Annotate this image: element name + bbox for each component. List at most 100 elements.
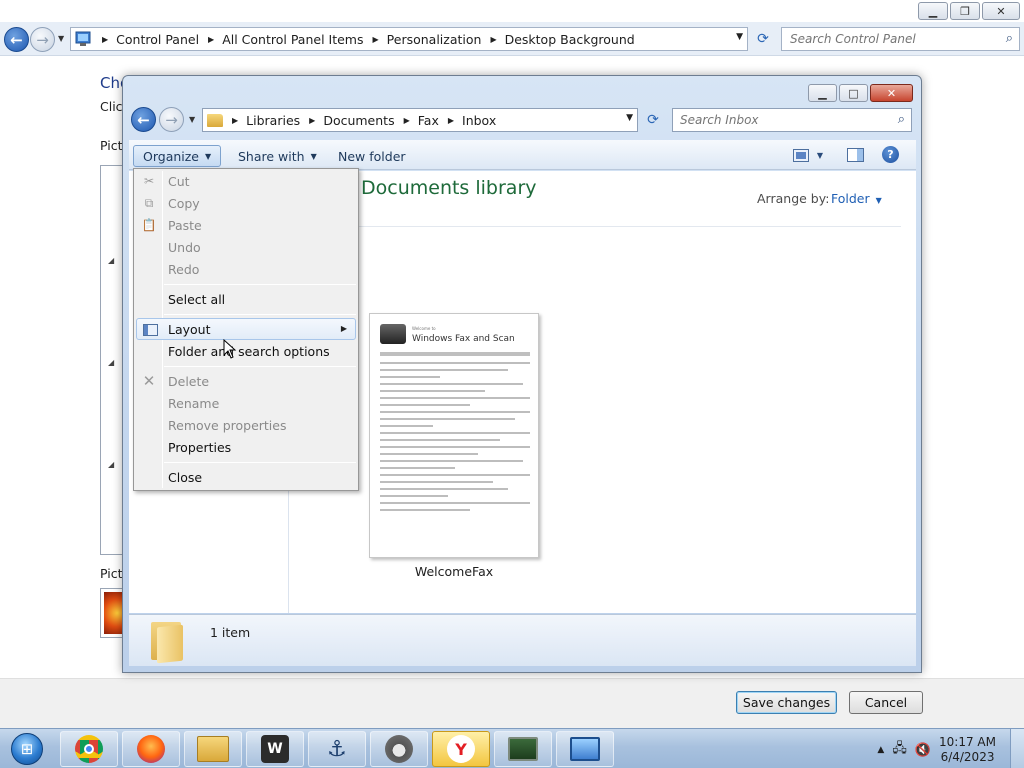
breadcrumb-separator[interactable]: ▶ bbox=[102, 35, 108, 44]
paste-icon: 📋 bbox=[141, 218, 157, 232]
minimize-button[interactable]: ▁ bbox=[808, 84, 837, 102]
arrange-by-dropdown[interactable]: Folder ▼ bbox=[831, 191, 882, 206]
breadcrumb-desktop-background[interactable]: Desktop Background bbox=[505, 32, 635, 47]
restore-button[interactable]: ❐ bbox=[950, 2, 980, 20]
share-with-label: Share with bbox=[238, 148, 305, 164]
menu-item-undo[interactable]: Undo bbox=[136, 236, 356, 258]
maximize-button[interactable]: □ bbox=[839, 84, 868, 102]
clock-date: 6/4/2023 bbox=[940, 750, 995, 764]
arrange-by-value: Folder bbox=[831, 191, 870, 206]
search-input[interactable] bbox=[782, 28, 992, 50]
menu-item-copy[interactable]: ⧉ Copy bbox=[136, 192, 356, 214]
breadcrumb-separator[interactable]: ▶ bbox=[373, 35, 379, 44]
search-control-panel[interactable]: ⌕ bbox=[781, 27, 1020, 51]
address-history-dropdown[interactable]: ▼ bbox=[626, 113, 633, 123]
menu-item-label: Remove properties bbox=[168, 417, 287, 433]
menu-separator bbox=[164, 462, 356, 463]
share-with-button[interactable]: Share with ▼ bbox=[229, 145, 326, 167]
back-button[interactable]: ← bbox=[4, 27, 29, 52]
start-button[interactable]: ⊞ bbox=[2, 730, 52, 768]
window-caption-buttons: ▁ □ ✕ bbox=[808, 84, 913, 102]
organize-menu: ✂ Cut ⧉ Copy 📋 Paste Undo Redo Select al… bbox=[133, 168, 359, 491]
network-icon[interactable]: 🖧 bbox=[892, 739, 907, 761]
breadcrumb-all-items[interactable]: All Control Panel Items bbox=[222, 32, 363, 47]
forward-button[interactable]: → bbox=[30, 27, 55, 52]
breadcrumb-separator[interactable]: ▶ bbox=[404, 116, 410, 125]
collapse-arrow-icon[interactable]: ◢ bbox=[108, 460, 114, 469]
organize-button[interactable]: Organize ▼ bbox=[133, 145, 222, 167]
menu-item-redo[interactable]: Redo bbox=[136, 258, 356, 280]
back-button[interactable]: ← bbox=[131, 107, 156, 132]
minimize-button[interactable]: ▁ bbox=[918, 2, 948, 20]
mouse-cursor-icon bbox=[223, 339, 237, 359]
volume-muted-icon[interactable]: 🔇 bbox=[915, 743, 931, 758]
breadcrumb-libraries[interactable]: Libraries bbox=[246, 113, 300, 128]
collapse-arrow-icon[interactable]: ◢ bbox=[108, 256, 114, 265]
breadcrumb-documents[interactable]: Documents bbox=[323, 113, 394, 128]
menu-item-remove-properties[interactable]: Remove properties bbox=[136, 414, 356, 436]
address-history-dropdown[interactable]: ▼ bbox=[736, 32, 743, 42]
taskbar-raccoon-app[interactable] bbox=[370, 731, 428, 767]
clock[interactable]: 10:17 AM 6/4/2023 bbox=[939, 735, 996, 765]
layout-icon bbox=[142, 322, 158, 338]
file-thumbnail[interactable]: Welcome to Windows Fax and Scan bbox=[369, 313, 539, 558]
menu-item-cut[interactable]: ✂ Cut bbox=[136, 170, 356, 192]
search-icon[interactable]: ⌕ bbox=[1006, 31, 1013, 46]
recent-pages-dropdown[interactable]: ▼ bbox=[189, 115, 195, 124]
menu-item-paste[interactable]: 📋 Paste bbox=[136, 214, 356, 236]
show-desktop-button[interactable] bbox=[1010, 729, 1024, 768]
search-input[interactable] bbox=[673, 109, 883, 131]
forward-button[interactable]: → bbox=[159, 107, 184, 132]
file-name-label[interactable]: WelcomeFax bbox=[369, 564, 539, 579]
menu-item-rename[interactable]: Rename bbox=[136, 392, 356, 414]
view-options-dropdown[interactable]: ▼ bbox=[814, 146, 826, 164]
breadcrumb-personalization[interactable]: Personalization bbox=[387, 32, 482, 47]
search-icon[interactable]: ⌕ bbox=[898, 112, 905, 127]
menu-item-close[interactable]: Close bbox=[136, 466, 356, 488]
menu-item-properties[interactable]: Properties bbox=[136, 436, 356, 458]
taskbar-yandex-browser[interactable]: Y bbox=[432, 731, 490, 767]
window-caption-buttons: ▁ ❐ ✕ bbox=[918, 2, 1020, 20]
menu-item-label: Select all bbox=[168, 291, 226, 307]
search-inbox[interactable]: ⌕ bbox=[672, 108, 912, 132]
taskbar-world-of-tanks[interactable]: W bbox=[246, 731, 304, 767]
taskbar-firefox[interactable] bbox=[122, 731, 180, 767]
recent-pages-dropdown[interactable]: ▼ bbox=[58, 34, 64, 43]
breadcrumb-inbox[interactable]: Inbox bbox=[462, 113, 496, 128]
menu-item-label: Folder and search options bbox=[168, 343, 330, 359]
menu-item-folder-search-options[interactable]: Folder and search options bbox=[136, 340, 356, 362]
new-folder-button[interactable]: New folder bbox=[329, 145, 415, 167]
taskbar-network-monitor[interactable] bbox=[494, 731, 552, 767]
refresh-icon[interactable]: ⟳ bbox=[752, 29, 774, 49]
preview-pane-icon[interactable] bbox=[845, 146, 865, 164]
breadcrumb-separator[interactable]: ▶ bbox=[448, 116, 454, 125]
cancel-button[interactable]: Cancel bbox=[849, 691, 923, 714]
taskbar-file-manager[interactable] bbox=[184, 731, 242, 767]
close-button[interactable]: ✕ bbox=[982, 2, 1020, 20]
details-pane: 1 item bbox=[129, 614, 916, 666]
taskbar-world-of-warships[interactable]: ⚓ bbox=[308, 731, 366, 767]
address-bar[interactable]: ▶ Libraries ▶ Documents ▶ Fax ▶ Inbox ▼ bbox=[202, 108, 638, 132]
change-view-icon[interactable] bbox=[792, 146, 810, 164]
breadcrumb-separator[interactable]: ▶ bbox=[232, 116, 238, 125]
taskbar-chrome[interactable] bbox=[60, 731, 118, 767]
breadcrumb-control-panel[interactable]: Control Panel bbox=[116, 32, 199, 47]
taskbar-control-panel[interactable] bbox=[556, 731, 614, 767]
breadcrumb-fax[interactable]: Fax bbox=[418, 113, 439, 128]
taskbar: ⊞ W ⚓ Y ▲ 🖧 🔇 10:17 AM 6/4/2023 bbox=[0, 728, 1024, 768]
breadcrumb-separator[interactable]: ▶ bbox=[208, 35, 214, 44]
close-button[interactable]: ✕ bbox=[870, 84, 913, 102]
address-bar[interactable]: ▶ Control Panel ▶ All Control Panel Item… bbox=[70, 27, 748, 51]
collapse-arrow-icon[interactable]: ◢ bbox=[108, 358, 114, 367]
breadcrumb-separator[interactable]: ▶ bbox=[490, 35, 496, 44]
arrange-by-label: Arrange by: bbox=[757, 191, 830, 206]
menu-item-delete[interactable]: ✕ Delete bbox=[136, 370, 356, 392]
menu-item-select-all[interactable]: Select all bbox=[136, 288, 356, 310]
show-hidden-icons-icon[interactable]: ▲ bbox=[877, 745, 884, 755]
menu-item-layout[interactable]: Layout ▶ bbox=[136, 318, 356, 340]
help-icon[interactable]: ? bbox=[882, 146, 899, 163]
breadcrumb-separator[interactable]: ▶ bbox=[309, 116, 315, 125]
refresh-icon[interactable]: ⟳ bbox=[642, 110, 664, 130]
save-changes-button[interactable]: Save changes bbox=[736, 691, 837, 714]
menu-item-label: Close bbox=[168, 469, 203, 485]
